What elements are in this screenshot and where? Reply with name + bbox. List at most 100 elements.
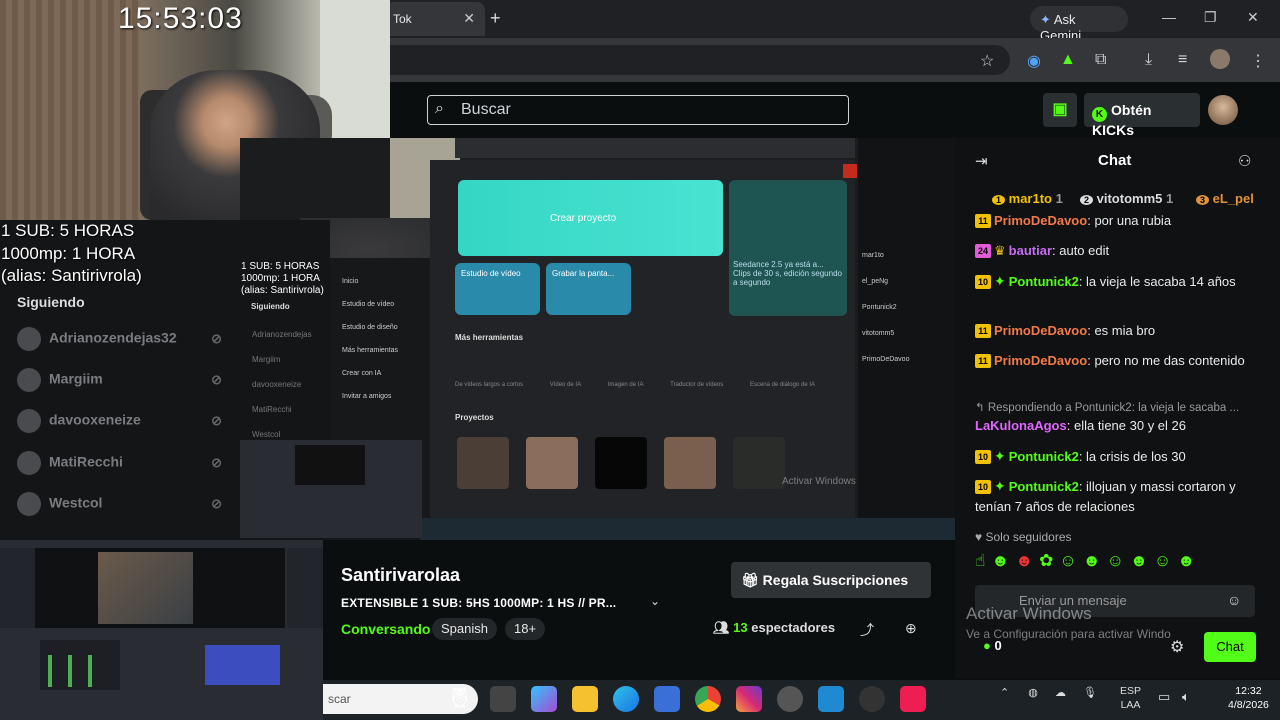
store-icon[interactable] xyxy=(654,686,680,712)
chat-username[interactable]: bautiar xyxy=(1009,243,1052,258)
input-language[interactable]: ESP LAA xyxy=(1120,684,1141,712)
leader-3: 3 eL_pel xyxy=(1196,191,1254,206)
emote-icon[interactable]: ☻ xyxy=(1130,551,1148,571)
follow-item[interactable]: Westcol ⊘ xyxy=(17,492,232,518)
follow-item[interactable]: Margiim ⊘ xyxy=(17,368,232,394)
share-icon[interactable]: ⤴ xyxy=(860,620,874,640)
follow-item[interactable]: davooxeneize ⊘ xyxy=(17,409,232,435)
edge-icon[interactable] xyxy=(613,686,639,712)
tray-app-icon[interactable]: ◍ xyxy=(1028,687,1038,699)
network-icon[interactable]: ▭ xyxy=(1158,689,1170,705)
instagram-icon[interactable] xyxy=(736,686,762,712)
emoji-picker-icon[interactable]: ☺ xyxy=(1227,592,1241,608)
nested-project-thumb xyxy=(733,437,785,489)
chat-username[interactable]: LaKulonaAgos xyxy=(975,418,1067,433)
obs-icon[interactable] xyxy=(777,686,803,712)
viewer-count: 👥︎ 13 espectadores xyxy=(713,620,835,636)
tab-close-icon[interactable]: ✕ xyxy=(463,10,475,27)
sub-badge: 11 xyxy=(975,324,991,338)
ask-gemini-button[interactable]: ✦ Ask Gemini xyxy=(1030,6,1128,43)
get-kicks-button[interactable]: K Obtén KICKs xyxy=(1084,93,1200,138)
gift-subs-button[interactable]: 🎁︎ Regala Suscripciones xyxy=(731,562,931,598)
kick-coin-icon: K xyxy=(1092,107,1107,122)
nested-nav-item: Inicio xyxy=(342,278,359,285)
streamer-name[interactable]: Santirivarolaa xyxy=(341,565,460,586)
chat-message: 10 ✦ Pontunick2: la vieja le sacaba 14 año… xyxy=(975,271,1258,292)
tag-language[interactable]: Spanish xyxy=(432,618,497,640)
emote-icon[interactable]: ✿ xyxy=(1039,551,1053,571)
nested-overlay-line: 1 SUB: 5 HORAS xyxy=(241,261,320,272)
follow-item[interactable]: MatiRecchi ⊘ xyxy=(17,451,232,477)
diamond-icon: ✦ xyxy=(994,478,1006,494)
category-link[interactable]: Conversando xyxy=(341,621,430,637)
menu-kebab-icon[interactable]: ⋮ xyxy=(1250,51,1266,71)
chat-username[interactable]: Pontunick2 xyxy=(1009,479,1079,494)
emote-icon[interactable]: ☻ xyxy=(1177,551,1195,571)
chat-text: la crisis de los 30 xyxy=(1086,449,1186,464)
chat-username[interactable]: PrimoDeDavoo xyxy=(994,323,1087,338)
task-view-icon[interactable] xyxy=(490,686,516,712)
extensions-puzzle-icon[interactable]: ⧉ xyxy=(1095,51,1106,69)
volume-icon[interactable]: 🔈︎ xyxy=(1182,689,1190,705)
tag-age[interactable]: 18+ xyxy=(505,618,546,640)
nested-project-thumb xyxy=(664,437,716,489)
sub-badge: 10 xyxy=(975,275,991,289)
user-avatar[interactable] xyxy=(1208,95,1238,125)
chat-username[interactable]: Pontunick2 xyxy=(1009,449,1079,464)
viewers-icon: 👥︎ xyxy=(713,620,730,635)
extension-wave-icon[interactable]: ◉ xyxy=(1027,51,1041,71)
chat-message: 11 PrimoDeDavoo: pero no me das contenido xyxy=(975,351,1258,371)
chevron-up-icon[interactable]: ⌃ xyxy=(1000,687,1009,699)
emote-icon[interactable]: ☝︎ xyxy=(975,551,985,571)
maximize-icon[interactable]: ❐ xyxy=(1204,9,1217,26)
taskbar-clock[interactable]: 12:32 4/8/2026 xyxy=(1228,684,1269,712)
reading-list-icon[interactable]: ≡ xyxy=(1178,51,1187,69)
capcut-icon[interactable] xyxy=(859,686,885,712)
chat-message: 11 PrimoDeDavoo: es mia bro xyxy=(975,321,1258,341)
nested-chat-user: vitotomm5 xyxy=(862,330,895,337)
close-window-icon[interactable]: ✕ xyxy=(1247,9,1259,26)
extension-chart-icon[interactable]: ▲ xyxy=(1060,51,1076,69)
file-explorer-icon[interactable] xyxy=(572,686,598,712)
chat-username[interactable]: PrimoDeDavoo xyxy=(994,213,1087,228)
leader-1: 1 mar1to 1 xyxy=(992,191,1063,206)
chat-send-button[interactable]: Chat xyxy=(1204,632,1256,662)
emote-icon[interactable]: ☺ xyxy=(1154,551,1171,571)
follow-avatar xyxy=(17,327,41,351)
viewers-number: 13 xyxy=(733,620,748,635)
chrome-icon[interactable] xyxy=(695,686,721,712)
emote-icon[interactable]: ☻ xyxy=(1015,551,1033,571)
date-text: 4/8/2026 xyxy=(1228,699,1269,711)
stream-manager-icon[interactable]: ▣ xyxy=(1043,93,1077,127)
chat-message: 10 ✦ Pontunick2: illojuan y massi cortaron… xyxy=(975,478,1236,514)
vscode-icon[interactable] xyxy=(818,686,844,712)
nested-chat-user: el_peNg xyxy=(862,278,889,285)
tab-title: Tok xyxy=(393,12,412,26)
follow-item[interactable]: Adrianozendejas32 ⊘ xyxy=(17,327,232,353)
new-tab-button[interactable]: + xyxy=(490,8,501,29)
minimize-icon[interactable]: — xyxy=(1162,9,1176,25)
tiktok-icon[interactable] xyxy=(900,686,926,712)
nested-tool: Escena de diálogo de IA xyxy=(749,382,815,388)
chat-username[interactable]: PrimoDeDavoo xyxy=(994,353,1087,368)
profile-avatar[interactable] xyxy=(1210,49,1230,69)
bookmark-star-icon[interactable]: ☆ xyxy=(980,51,994,71)
time-text: 12:32 xyxy=(1235,685,1262,697)
collapse-chat-icon[interactable]: ⇥ xyxy=(975,152,988,170)
emote-icon[interactable]: ☺ xyxy=(1107,551,1124,571)
browser-tab[interactable]: Tok ✕ xyxy=(385,2,485,36)
omnibox[interactable] xyxy=(385,45,1010,75)
mic-icon[interactable]: 🎙︎ xyxy=(1083,687,1097,699)
cloud-icon[interactable]: ☁ xyxy=(1055,687,1066,699)
chevron-down-icon[interactable]: ⌄ xyxy=(650,594,660,608)
chat-settings-gear-icon[interactable]: ⚙ xyxy=(1170,637,1184,657)
download-icon[interactable]: ⤓ xyxy=(1145,51,1152,69)
m365-icon[interactable] xyxy=(531,686,557,712)
chat-users-icon[interactable]: ⚇ xyxy=(1238,152,1251,170)
chat-username[interactable]: Pontunick2 xyxy=(1009,274,1079,289)
emote-icon[interactable]: ☻ xyxy=(991,551,1009,571)
emote-icon[interactable]: ☻ xyxy=(1083,551,1101,571)
emote-icon[interactable]: ☺ xyxy=(1059,551,1076,571)
nested-seedance-card: Seedance 2.5 ya está a... Clips de 30 s,… xyxy=(729,180,847,316)
follow-add-icon[interactable]: ⊕ xyxy=(905,620,917,637)
